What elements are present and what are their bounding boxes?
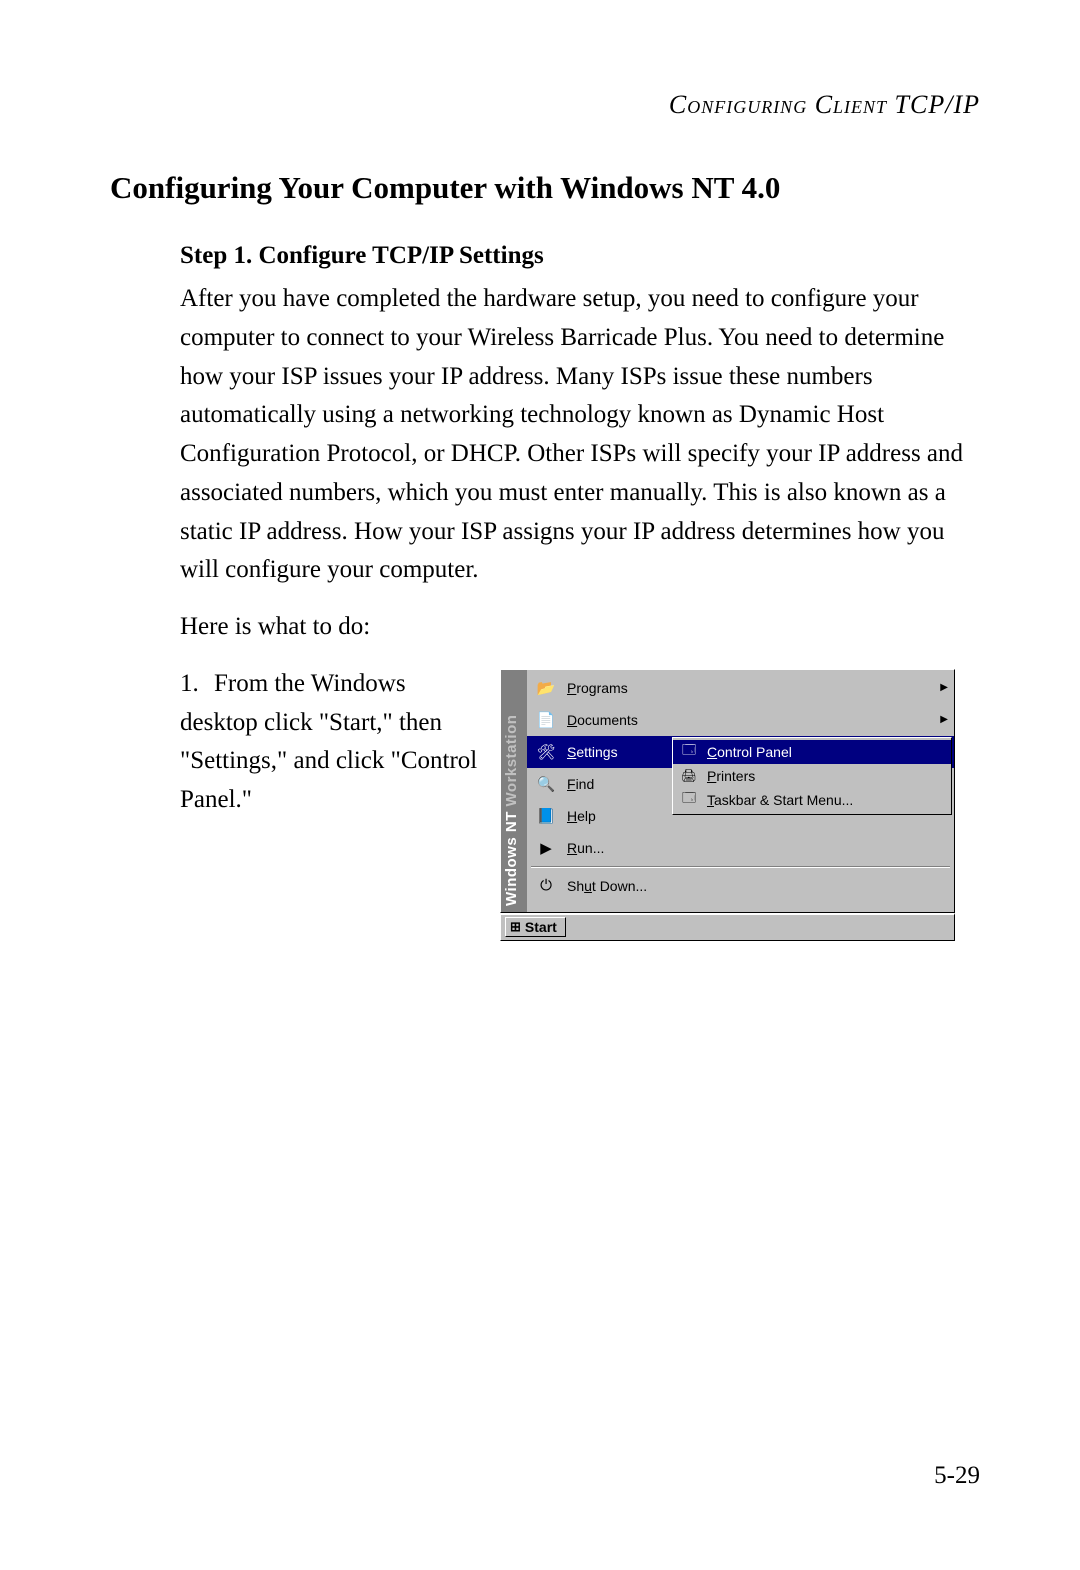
step-heading: Step 1. Configure TCP/IP Settings	[180, 242, 980, 270]
body-column: Step 1. Configure TCP/IP Settings After …	[180, 242, 980, 941]
menu-item-documents[interactable]: 📄 Documents ▶	[527, 704, 954, 736]
step-1-row: 1.From the Windows desktop click "Start,…	[180, 665, 980, 941]
submenu-item-printers[interactable]: 🖨 Printers	[673, 764, 951, 788]
taskbar: ⊞ Start	[500, 913, 955, 941]
printers-icon: 🖨	[679, 768, 699, 784]
submenu-arrow-icon: ▶	[940, 682, 948, 693]
help-icon: 📘	[535, 807, 557, 825]
control-panel-icon: 🗔	[679, 741, 699, 763]
menu-item-programs[interactable]: 📂 Programs ▶	[527, 672, 954, 704]
settings-icon: 🛠	[535, 743, 557, 761]
step-1-number: 1.	[180, 665, 214, 704]
start-menu-screenshot: Windows NT Workstation 📂 Programs ▶ 📄 Do…	[500, 669, 955, 941]
programs-icon: 📂	[535, 679, 557, 697]
start-menu-banner: Windows NT Workstation	[501, 670, 527, 912]
running-head: Configuring Client TCP/IP	[110, 90, 980, 120]
lead-in-paragraph: Here is what to do:	[180, 608, 980, 647]
page-number: 5-29	[934, 1462, 980, 1490]
step-1-text-block: 1.From the Windows desktop click "Start,…	[180, 665, 480, 820]
find-icon: 🔍	[535, 775, 557, 793]
taskbar-menu-icon: 🗔	[679, 789, 699, 811]
menu-item-shutdown[interactable]: ⏻ Shut Down...	[527, 870, 954, 902]
menu-separator	[531, 866, 950, 868]
page-content: Configuring Client TCP/IP Configuring Yo…	[110, 90, 980, 941]
submenu-item-control-panel[interactable]: 🗔 Control Panel	[673, 740, 951, 764]
step-1-text: From the Windows desktop click "Start," …	[180, 670, 477, 813]
intro-paragraph: After you have completed the hardware se…	[180, 280, 980, 590]
documents-icon: 📄	[535, 711, 557, 729]
section-title: Configuring Your Computer with Windows N…	[110, 170, 980, 206]
submenu-arrow-icon: ▶	[940, 714, 948, 725]
start-button[interactable]: ⊞ Start	[505, 917, 566, 937]
start-button-label: Start	[525, 919, 557, 935]
menu-item-run[interactable]: ▶ Run...	[527, 832, 954, 864]
settings-submenu: 🗔 Control Panel 🖨 Printers 🗔 Taskbar & S…	[672, 737, 952, 815]
shutdown-icon: ⏻	[535, 877, 557, 894]
submenu-item-taskbar[interactable]: 🗔 Taskbar & Start Menu...	[673, 788, 951, 812]
windows-logo-icon: ⊞	[510, 919, 521, 935]
run-icon: ▶	[535, 839, 557, 857]
